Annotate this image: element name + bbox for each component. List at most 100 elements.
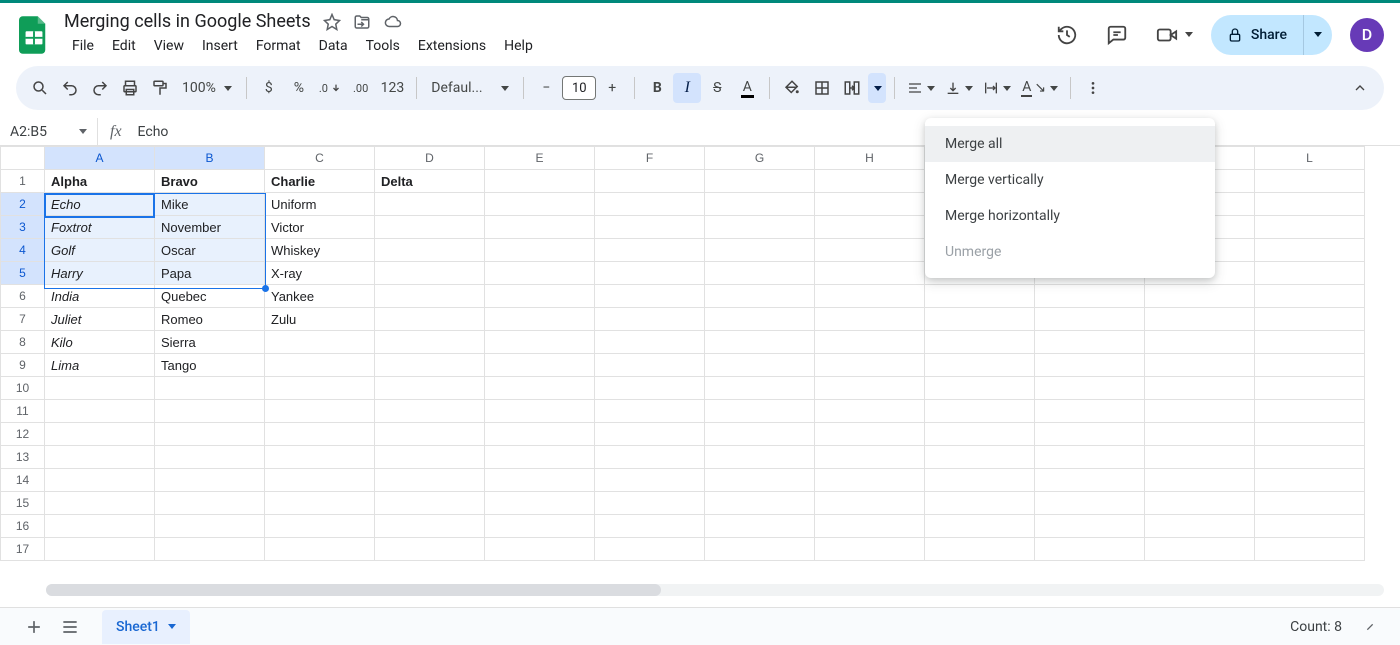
selection-count[interactable]: Count: 8 <box>1290 619 1356 635</box>
cell-F17[interactable] <box>595 538 705 561</box>
font-select[interactable]: Defaul... <box>425 73 515 103</box>
cell-G17[interactable] <box>705 538 815 561</box>
cell-J13[interactable] <box>1035 446 1145 469</box>
cell-B6[interactable]: Quebec <box>155 285 265 308</box>
row-header-2[interactable]: 2 <box>1 193 45 216</box>
cell-E7[interactable] <box>485 308 595 331</box>
cell-E2[interactable] <box>485 193 595 216</box>
cell-B8[interactable]: Sierra <box>155 331 265 354</box>
sheet-tab-dropdown-icon[interactable] <box>168 624 176 629</box>
row-header-12[interactable]: 12 <box>1 423 45 446</box>
cell-H15[interactable] <box>815 492 925 515</box>
cell-C1[interactable]: Charlie <box>265 170 375 193</box>
move-icon[interactable] <box>353 13 371 31</box>
column-header-C[interactable]: C <box>265 147 375 170</box>
borders-button[interactable] <box>808 73 836 103</box>
comments-icon[interactable] <box>1101 19 1133 51</box>
cell-G10[interactable] <box>705 377 815 400</box>
meet-dropdown-icon[interactable] <box>1185 32 1193 37</box>
cell-A14[interactable] <box>45 469 155 492</box>
cell-B12[interactable] <box>155 423 265 446</box>
cell-L5[interactable] <box>1255 262 1365 285</box>
menu-data[interactable]: Data <box>311 34 356 58</box>
cell-H10[interactable] <box>815 377 925 400</box>
cell-C3[interactable]: Victor <box>265 216 375 239</box>
cell-F11[interactable] <box>595 400 705 423</box>
column-header-A[interactable]: A <box>45 147 155 170</box>
row-header-16[interactable]: 16 <box>1 515 45 538</box>
cell-I15[interactable] <box>925 492 1035 515</box>
cell-K12[interactable] <box>1145 423 1255 446</box>
cell-A9[interactable]: Lima <box>45 354 155 377</box>
column-header-E[interactable]: E <box>485 147 595 170</box>
cell-B5[interactable]: Papa <box>155 262 265 285</box>
namebox-dropdown-icon[interactable] <box>79 129 87 134</box>
format-123[interactable]: 123 <box>377 73 409 103</box>
decrease-decimal-icon[interactable]: .0 <box>315 73 345 103</box>
cell-H14[interactable] <box>815 469 925 492</box>
column-header-D[interactable]: D <box>375 147 485 170</box>
cell-K7[interactable] <box>1145 308 1255 331</box>
cell-B17[interactable] <box>155 538 265 561</box>
cell-E16[interactable] <box>485 515 595 538</box>
redo-icon[interactable] <box>86 73 114 103</box>
cell-D4[interactable] <box>375 239 485 262</box>
cell-L8[interactable] <box>1255 331 1365 354</box>
cell-D17[interactable] <box>375 538 485 561</box>
cell-F9[interactable] <box>595 354 705 377</box>
cell-H6[interactable] <box>815 285 925 308</box>
merge-horizontally-option[interactable]: Merge horizontally <box>925 198 1215 234</box>
cell-L10[interactable] <box>1255 377 1365 400</box>
cell-C4[interactable]: Whiskey <box>265 239 375 262</box>
cell-I10[interactable] <box>925 377 1035 400</box>
cell-A13[interactable] <box>45 446 155 469</box>
cell-L6[interactable] <box>1255 285 1365 308</box>
cell-A4[interactable]: Golf <box>45 239 155 262</box>
cell-C6[interactable]: Yankee <box>265 285 375 308</box>
cell-F13[interactable] <box>595 446 705 469</box>
cell-D6[interactable] <box>375 285 485 308</box>
cell-A3[interactable]: Foxtrot <box>45 216 155 239</box>
share-button[interactable]: Share <box>1211 15 1303 55</box>
cell-F6[interactable] <box>595 285 705 308</box>
cell-E11[interactable] <box>485 400 595 423</box>
format-percent[interactable]: % <box>285 73 313 103</box>
cell-I12[interactable] <box>925 423 1035 446</box>
cell-B7[interactable]: Romeo <box>155 308 265 331</box>
cell-J15[interactable] <box>1035 492 1145 515</box>
row-header-11[interactable]: 11 <box>1 400 45 423</box>
sheets-logo[interactable] <box>16 14 52 56</box>
cell-I7[interactable] <box>925 308 1035 331</box>
search-menus-icon[interactable] <box>26 73 54 103</box>
cell-A12[interactable] <box>45 423 155 446</box>
cell-B9[interactable]: Tango <box>155 354 265 377</box>
text-color-button[interactable]: A <box>733 73 761 103</box>
cell-J17[interactable] <box>1035 538 1145 561</box>
cell-H7[interactable] <box>815 308 925 331</box>
row-header-5[interactable]: 5 <box>1 262 45 285</box>
cell-D12[interactable] <box>375 423 485 446</box>
cell-D11[interactable] <box>375 400 485 423</box>
cell-L17[interactable] <box>1255 538 1365 561</box>
cell-K14[interactable] <box>1145 469 1255 492</box>
cell-B15[interactable] <box>155 492 265 515</box>
print-icon[interactable] <box>116 73 144 103</box>
cell-G8[interactable] <box>705 331 815 354</box>
cell-D9[interactable] <box>375 354 485 377</box>
cell-E9[interactable] <box>485 354 595 377</box>
cell-D13[interactable] <box>375 446 485 469</box>
cell-L2[interactable] <box>1255 193 1365 216</box>
cell-G4[interactable] <box>705 239 815 262</box>
cell-B1[interactable]: Bravo <box>155 170 265 193</box>
share-dropdown[interactable] <box>1303 15 1332 55</box>
cell-K10[interactable] <box>1145 377 1255 400</box>
cell-H13[interactable] <box>815 446 925 469</box>
cell-D3[interactable] <box>375 216 485 239</box>
cell-E13[interactable] <box>485 446 595 469</box>
cell-K6[interactable] <box>1145 285 1255 308</box>
row-header-4[interactable]: 4 <box>1 239 45 262</box>
cell-J8[interactable] <box>1035 331 1145 354</box>
cell-D1[interactable]: Delta <box>375 170 485 193</box>
document-title[interactable]: Merging cells in Google Sheets <box>64 11 311 32</box>
cell-C2[interactable]: Uniform <box>265 193 375 216</box>
